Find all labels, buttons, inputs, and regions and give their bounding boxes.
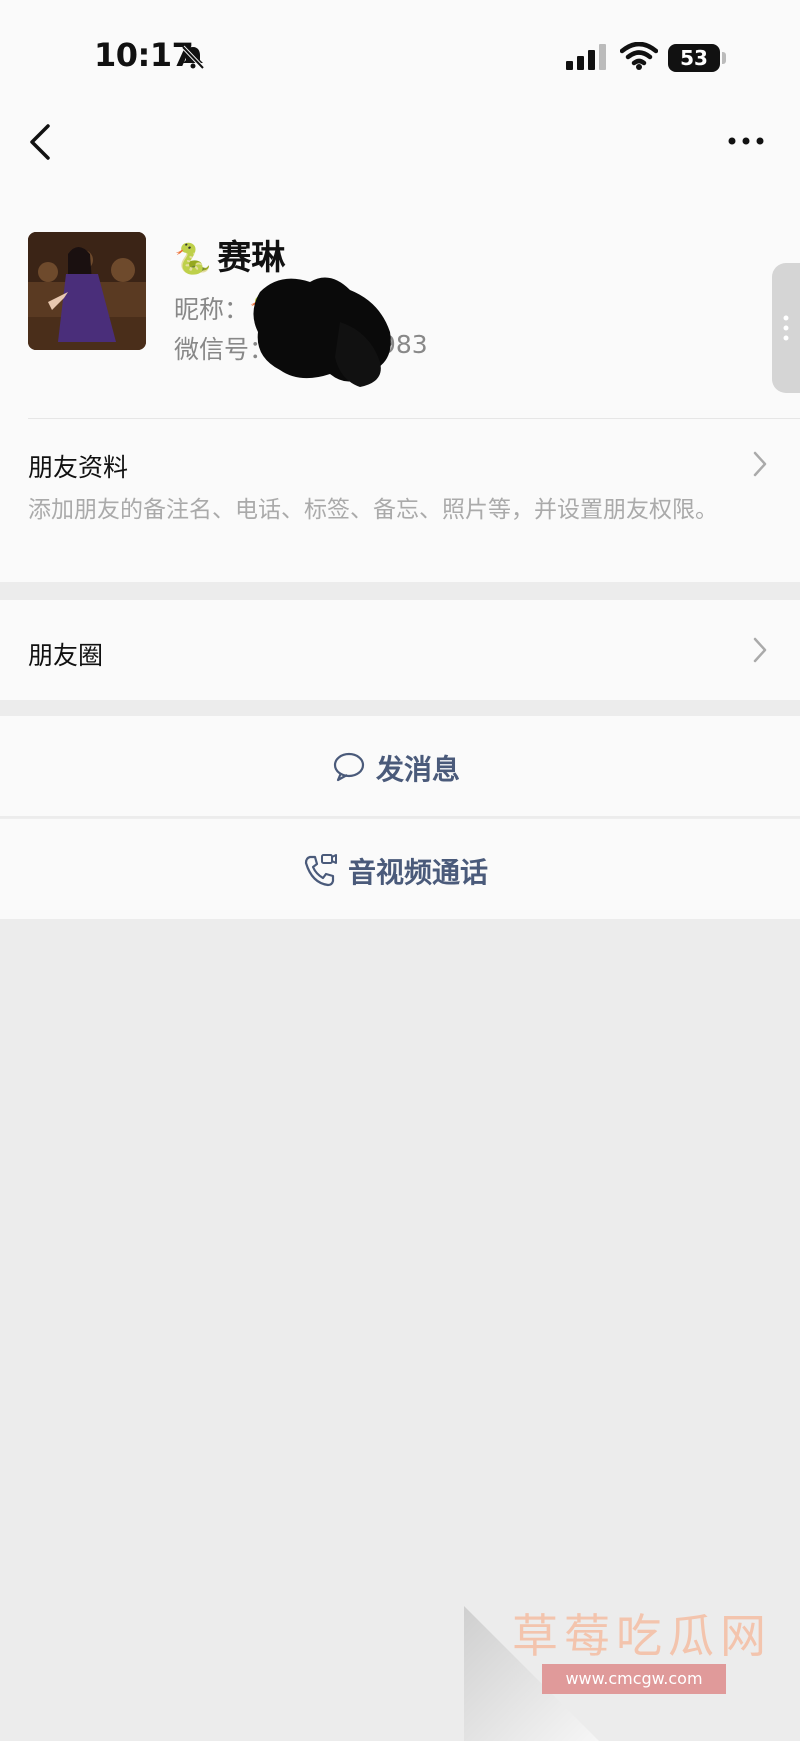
side-drag-handle[interactable] — [772, 263, 800, 393]
silent-bell-icon — [181, 45, 205, 70]
chevron-right-icon — [753, 451, 767, 477]
status-time: 10:17 — [94, 36, 194, 74]
avatar[interactable] — [28, 232, 146, 350]
snake-emoji: 🐍 — [174, 242, 212, 277]
back-arrow-icon[interactable] — [26, 122, 56, 162]
wifi-icon — [620, 42, 658, 70]
phone-video-icon — [304, 854, 337, 887]
chevron-right-icon — [753, 637, 767, 663]
friend-info-title: 朋友资料 — [28, 453, 129, 482]
chat-bubble-icon — [333, 752, 365, 782]
more-options-icon[interactable] — [726, 126, 766, 156]
friend-info-description: 添加朋友的备注名、电话、标签、备忘、照片等，并设置朋友权限。 — [28, 497, 718, 523]
moments-row[interactable]: 朋友圈 — [0, 600, 800, 700]
watermark-title: 草莓吃瓜网 — [512, 1609, 772, 1663]
cellular-signal-icon — [566, 44, 606, 70]
voice-video-call-label: 音视频通话 — [348, 856, 489, 889]
nickname-label: 昵称： — [174, 295, 250, 324]
divider — [28, 418, 800, 419]
watermark-url: www.cmcgw.com — [542, 1664, 726, 1694]
send-message-button[interactable]: 发消息 — [0, 716, 800, 816]
battery-indicator: 53 — [668, 44, 720, 72]
status-bar: 10:17 53 — [0, 0, 800, 110]
handle-dots-icon — [783, 315, 789, 341]
send-message-label: 发消息 — [376, 753, 461, 786]
voice-video-call-button[interactable]: 音视频通话 — [0, 818, 800, 919]
moments-title: 朋友圈 — [28, 641, 104, 670]
avatar-photo — [28, 232, 146, 350]
battery-tip — [722, 52, 726, 64]
redaction-scribble — [253, 277, 391, 387]
